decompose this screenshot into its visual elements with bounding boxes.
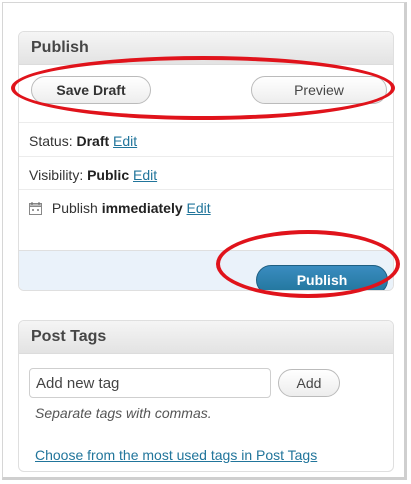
publish-box: Publish Save Draft Preview Status: Draft… — [18, 31, 394, 291]
most-used-tags-link[interactable]: Choose from the most used tags in Post T… — [35, 447, 317, 463]
calendar-icon — [29, 192, 42, 215]
schedule-edit-link[interactable]: Edit — [187, 200, 211, 216]
post-tags-title: Post Tags — [19, 321, 393, 354]
visibility-value: Public — [87, 167, 130, 183]
schedule-value: immediately — [101, 200, 183, 216]
status-edit-link[interactable]: Edit — [113, 133, 137, 149]
add-tag-button[interactable]: Add — [278, 369, 340, 397]
status-row: Status: Draft Edit — [19, 122, 393, 158]
preview-button[interactable]: Preview — [251, 76, 387, 104]
visibility-row: Visibility: Public Edit — [19, 156, 393, 192]
publish-button[interactable]: Publish — [256, 265, 388, 290]
schedule-label: Publish — [51, 200, 98, 216]
post-tags-box: Post Tags Add Separate tags with commas.… — [18, 320, 394, 472]
status-label: Status: — [29, 133, 73, 149]
new-tag-input[interactable] — [29, 368, 271, 398]
status-value: Draft — [76, 133, 110, 149]
tags-hint: Separate tags with commas. — [35, 405, 212, 421]
visibility-edit-link[interactable]: Edit — [133, 167, 157, 183]
publish-box-title: Publish — [19, 32, 393, 65]
publishing-actions: Publish — [19, 250, 393, 290]
schedule-row: Publish immediately Edit — [19, 189, 393, 225]
save-draft-button[interactable]: Save Draft — [31, 76, 151, 104]
visibility-label: Visibility: — [29, 167, 84, 183]
